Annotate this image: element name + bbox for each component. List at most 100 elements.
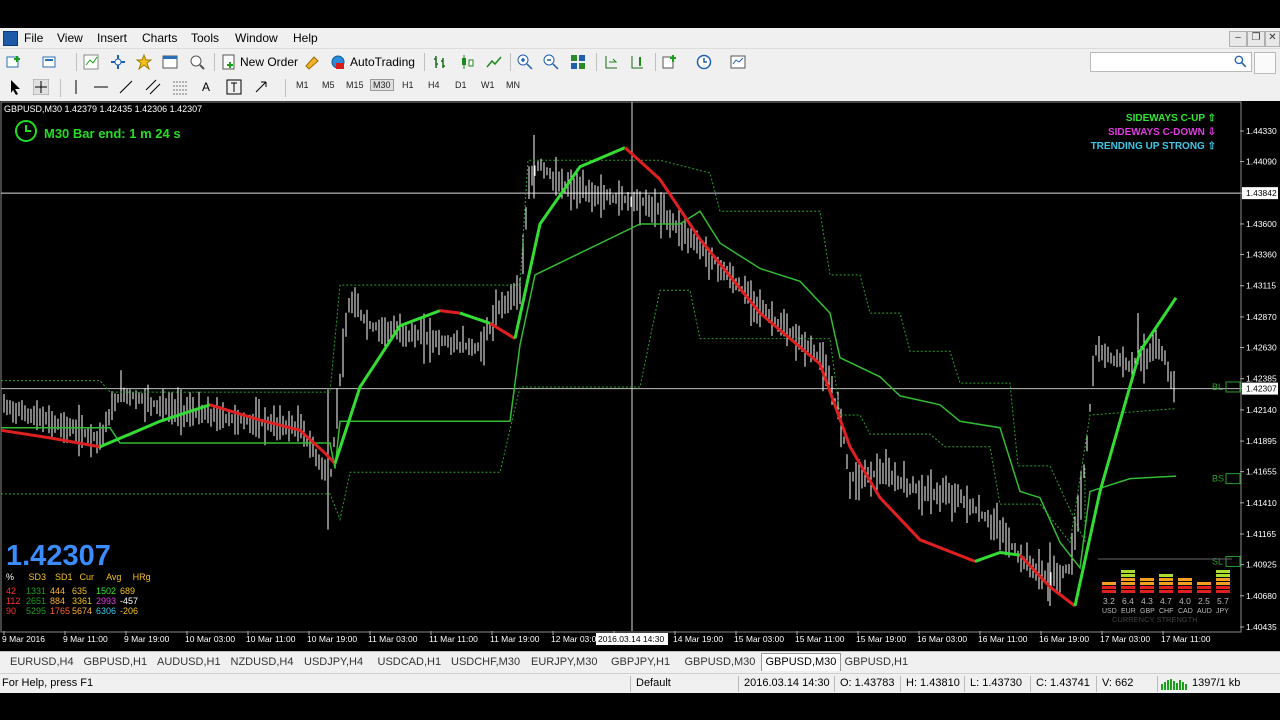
strength-value: 4.3 [1141,596,1153,606]
chart-window[interactable]: 1.44330 1.44090 1.43842 1.43600 1.43360 1.431… [0,101,1280,651]
chart-tab[interactable]: GBPJPY,H1 [607,654,674,671]
periods-clock-icon[interactable] [696,54,712,70]
menu-bar: File View Insert Charts Tools Window Hel… [0,28,1280,48]
tile-windows-icon[interactable] [570,54,586,70]
time-tick-label: 17 Mar 03:00 [1100,634,1150,644]
timeframe-w1[interactable]: W1 [481,80,495,90]
chart-tab[interactable]: GBPUSD,M30 [760,653,842,671]
price-tick-label: 1.40435 [1246,622,1277,632]
strength-bar [1178,586,1192,589]
timeframe-mn[interactable]: MN [506,80,520,90]
timeframe-m5[interactable]: M5 [322,80,335,90]
timeframe-d1[interactable]: D1 [455,80,467,90]
restore-button[interactable]: ❐ [1247,31,1265,47]
metaeditor-icon[interactable] [304,54,320,70]
strength-currency: GBP [1140,608,1155,615]
time-tick-label: 16 Mar 03:00 [917,634,967,644]
menu-insert[interactable]: Insert [97,31,127,45]
crosshair-icon[interactable] [33,79,49,95]
autotrading-icon[interactable] [330,54,346,70]
chart-tab[interactable]: EURUSD,H4 [6,654,78,671]
bar-timer: M30 Bar end: 1 m 24 s [44,126,181,141]
strength-currency: EUR [1121,608,1136,615]
horizontal-line-icon[interactable] [93,79,109,95]
timeframe-h1[interactable]: H1 [402,80,414,90]
cursor-icon[interactable] [8,79,24,95]
menu-help[interactable]: Help [293,31,318,45]
app-icon[interactable] [3,31,18,46]
vertical-line-icon[interactable] [68,79,84,95]
timeframe-h4[interactable]: H4 [428,80,440,90]
stats-cell: 1331 [26,586,47,596]
chart-tab[interactable]: GBPUSD,H1 [80,654,152,671]
menu-tools[interactable]: Tools [191,31,219,45]
equidistant-channel-icon[interactable] [145,79,161,95]
stats-row: 42 1331 444 635 1502 689 [6,586,151,596]
menu-charts[interactable]: Charts [142,31,177,45]
status-profile[interactable]: Default [636,677,671,689]
level-marker-box [1225,555,1241,567]
price-tick-label: 1.43842 [1246,188,1277,198]
close-button[interactable]: ✕ [1265,31,1280,47]
search-icon[interactable] [1234,55,1247,68]
zoom-out-icon[interactable] [543,54,559,70]
templates-icon[interactable] [730,54,746,70]
text-tool-icon[interactable]: A [202,77,210,97]
minimize-button[interactable]: – [1229,31,1247,47]
new-order-icon[interactable] [221,54,237,70]
level-marker: SL [1212,556,1223,566]
menu-file[interactable]: File [24,31,43,45]
line-chart-icon[interactable] [486,54,502,70]
timeframe-m15[interactable]: M15 [346,80,364,90]
bar-chart-icon[interactable] [432,54,448,70]
stats-h-pct: % [6,572,15,582]
strength-bar [1121,582,1135,585]
clock-icon [15,120,37,142]
price-tick-label: 1.42140 [1246,405,1277,415]
price-tick-label: 1.41410 [1246,498,1277,508]
top-black-strip [0,0,1280,28]
indicators-icon[interactable] [662,54,678,70]
strategy-tester-icon[interactable] [189,54,205,70]
chart-tab[interactable]: GBPUSD,M30 [681,654,760,671]
chart-shift-icon[interactable] [629,54,645,70]
stats-h-cur: Cur [79,572,95,582]
new-order-button[interactable]: New Order [240,52,298,72]
timeframe-m30[interactable]: M30 [370,79,394,91]
favorites-icon[interactable] [136,54,152,70]
autoscroll-icon[interactable] [603,54,619,70]
time-tick-label: 11 Mar 11:00 [429,634,478,644]
autotrading-button[interactable]: AutoTrading [350,52,415,72]
navigator-icon[interactable] [110,54,126,70]
text-label-icon[interactable] [226,79,242,95]
chart-tab[interactable]: USDCAD,H1 [374,654,446,671]
menu-view[interactable]: View [57,31,83,45]
zoom-in-icon[interactable] [517,54,533,70]
market-watch-icon[interactable] [83,54,99,70]
chart-tab[interactable]: GBPUSD,H1 [841,654,913,671]
timeframe-m1[interactable]: M1 [296,80,309,90]
new-chart-icon[interactable] [6,54,22,70]
main-toolbar: New Order AutoTrading [0,48,1280,76]
chart-tab[interactable]: NZDUSD,H4 [227,654,298,671]
fibonacci-icon[interactable] [172,79,188,95]
arrows-icon[interactable] [253,79,269,95]
trendline-icon[interactable] [118,79,134,95]
status-traffic: 1397/1 kb [1192,677,1241,689]
search-input[interactable] [1090,52,1252,72]
strength-bar [1121,570,1135,573]
level-marker: BS [1212,474,1224,484]
status-close: C: 1.43741 [1036,677,1090,689]
profiles-icon[interactable] [42,54,58,70]
chart-tab[interactable]: USDCHF,M30 [447,654,524,671]
chart-tab[interactable]: USDJPY,H4 [300,654,367,671]
search-options-button[interactable] [1254,52,1276,74]
price-chart[interactable]: 1.44330 1.44090 1.43842 1.43600 1.43360 1.431… [0,101,1280,651]
menu-window[interactable]: Window [235,31,278,45]
terminal-icon[interactable] [162,54,178,70]
price-tick-label: 1.40925 [1246,560,1277,570]
strength-bar [1102,582,1116,585]
chart-tab[interactable]: EURJPY,M30 [527,654,601,671]
chart-tab[interactable]: AUDUSD,H1 [153,654,225,671]
candlestick-icon[interactable] [459,54,475,70]
